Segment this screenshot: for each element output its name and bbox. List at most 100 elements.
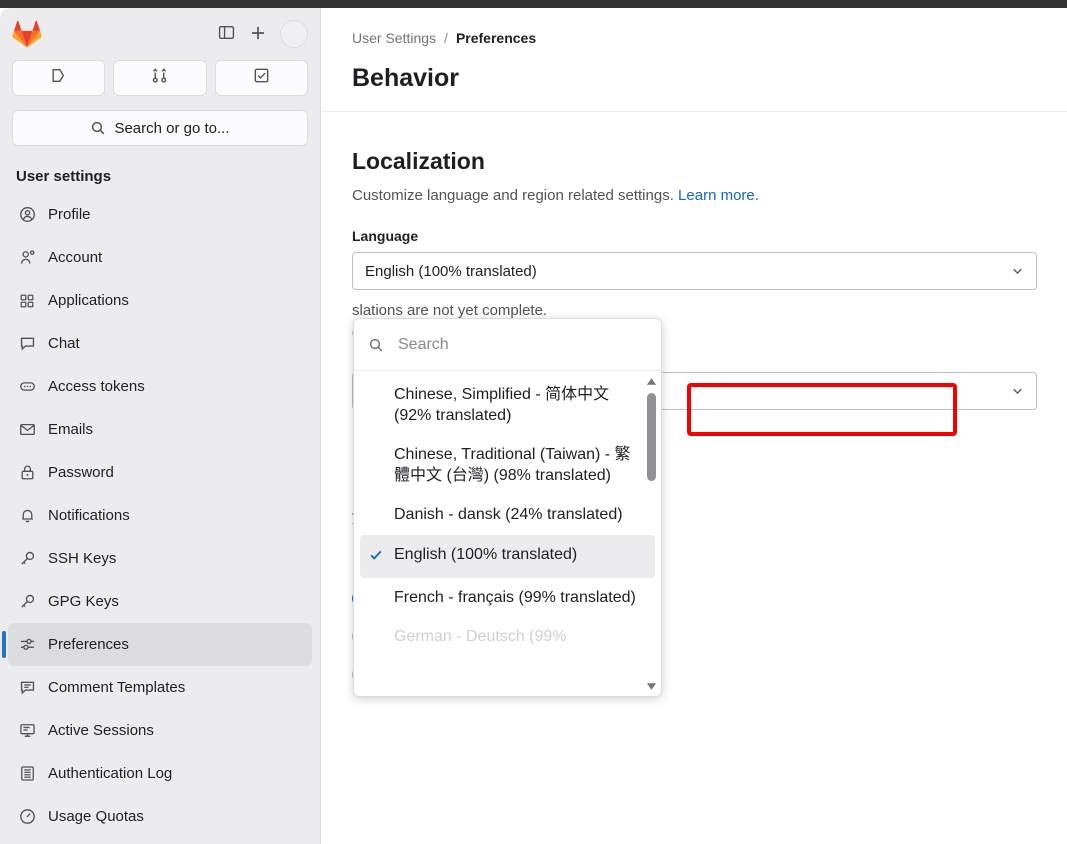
language-option-german[interactable]: German - Deutsch (99%	[360, 617, 655, 656]
sidebar-item-comment-templates[interactable]: Comment Templates	[8, 666, 312, 709]
app-window: Search or go to... User settings Profile	[0, 0, 1067, 844]
issues-icon	[50, 67, 67, 89]
sidebar-item-label: Preferences	[48, 636, 129, 653]
sidebar-item-label: GPG Keys	[48, 593, 119, 610]
language-option-french[interactable]: French - français (99% translated)	[360, 578, 655, 617]
language-option-label: Chinese, Simplified - 简体中文 (92% translat…	[394, 386, 610, 425]
sidebar-item-chat[interactable]: Chat	[8, 322, 312, 365]
key-icon	[18, 550, 36, 568]
sidebar-item-access-tokens[interactable]: Access tokens	[8, 365, 312, 408]
account-gear-icon	[18, 249, 36, 267]
user-profile-icon	[18, 206, 36, 224]
monitor-icon	[18, 722, 36, 740]
merge-request-icon	[151, 67, 168, 89]
triangle-down-icon[interactable]	[645, 680, 657, 692]
sidebar-quick-links	[0, 56, 320, 96]
sidebar-item-emails[interactable]: Emails	[8, 408, 312, 451]
sidebar-item-label: Notifications	[48, 507, 130, 524]
sidebar-item-profile[interactable]: Profile	[8, 193, 312, 236]
sidebar-item-applications[interactable]: Applications	[8, 279, 312, 322]
quick-todos-button[interactable]	[214, 60, 308, 96]
check-placeholder	[368, 587, 386, 590]
quick-issues-button[interactable]	[12, 60, 106, 96]
search-icon	[90, 120, 106, 136]
token-icon	[18, 378, 36, 396]
sidebar-nav: Profile Account Applications Chat Access…	[0, 193, 320, 838]
language-option-english[interactable]: English (100% translated)	[360, 534, 655, 578]
user-avatar[interactable]	[280, 20, 308, 48]
sidebar-item-label: Active Sessions	[48, 722, 154, 739]
page-title: Behavior	[322, 64, 1067, 112]
breadcrumb: User Settings / Preferences	[322, 8, 1067, 64]
language-option-danish[interactable]: Danish - dansk (24% translated)	[360, 495, 655, 534]
language-dropdown-search-row[interactable]	[354, 319, 661, 371]
quick-merge-requests-button[interactable]	[113, 60, 207, 96]
language-search-input[interactable]	[396, 334, 647, 355]
plus-icon	[249, 24, 267, 45]
gitlab-logo[interactable]	[12, 20, 42, 48]
chat-bubble-icon	[18, 335, 36, 353]
sidebar-item-gpg-keys[interactable]: GPG Keys	[8, 580, 312, 623]
comment-lines-icon	[18, 679, 36, 697]
language-select-value: English (100% translated)	[365, 262, 537, 280]
check-placeholder	[368, 504, 386, 507]
sidebar-item-password[interactable]: Password	[8, 451, 312, 494]
chevron-down-icon	[1010, 264, 1025, 279]
sidebar-item-label: Applications	[48, 292, 129, 309]
search-icon	[368, 337, 384, 353]
language-option-label: German - Deutsch (99%	[394, 627, 567, 645]
sidebar-item-label: Comment Templates	[48, 679, 186, 696]
sidebar-item-label: Password	[48, 464, 114, 481]
check-placeholder	[368, 444, 386, 447]
toggle-sidebar-button[interactable]	[210, 18, 242, 50]
language-dropdown-scrollbar[interactable]	[643, 375, 659, 692]
language-select[interactable]: English (100% translated)	[352, 252, 1037, 290]
sidebar-item-account[interactable]: Account	[8, 236, 312, 279]
sidebar-section-heading: User settings	[16, 168, 112, 185]
language-option-chinese-simplified[interactable]: Chinese, Simplified - 简体中文 (92% translat…	[360, 375, 655, 435]
language-option-label: Danish - dansk (24% translated)	[394, 506, 623, 524]
search-button[interactable]: Search or go to...	[12, 110, 308, 146]
sidebar-item-usage-quotas[interactable]: Usage Quotas	[8, 795, 312, 838]
check-icon	[368, 544, 386, 569]
sidebar-item-preferences[interactable]: Preferences	[2, 623, 312, 666]
sidebar-item-notifications[interactable]: Notifications	[8, 494, 312, 537]
triangle-up-icon[interactable]	[645, 375, 657, 387]
language-option-label: French - français (99% translated)	[394, 588, 636, 606]
scrollbar-thumb[interactable]	[647, 393, 656, 481]
sidebar-item-label: Account	[48, 249, 103, 266]
breadcrumb-preferences: Preferences	[455, 30, 537, 46]
chevron-down-icon	[1010, 383, 1025, 398]
sidebar-item-authentication-log[interactable]: Authentication Log	[8, 752, 312, 795]
localization-learn-more-link[interactable]: Learn more.	[678, 187, 759, 204]
panel-icon	[218, 24, 235, 44]
language-dropdown-panel[interactable]: Chinese, Simplified - 简体中文 (92% translat…	[353, 318, 662, 697]
applications-grid-icon	[18, 292, 36, 310]
sidebar-item-ssh-keys[interactable]: SSH Keys	[8, 537, 312, 580]
todo-checkbox-icon	[253, 67, 270, 89]
log-list-icon	[18, 765, 36, 783]
language-option-list: Chinese, Simplified - 简体中文 (92% translat…	[354, 371, 661, 696]
sidebar-item-label: Access tokens	[48, 378, 145, 395]
key-icon	[18, 593, 36, 611]
language-option-label: Chinese, Traditional (Taiwan) - 繁體中文 (台灣…	[394, 446, 631, 485]
create-new-button[interactable]	[242, 18, 274, 50]
sidebar-item-label: SSH Keys	[48, 550, 117, 567]
sidebar-header	[0, 8, 320, 56]
language-option-label: English (100% translated)	[394, 545, 578, 563]
localization-description-text: Customize language and region related se…	[352, 187, 674, 204]
preferences-sliders-icon	[18, 636, 36, 654]
localization-heading: Localization	[352, 148, 485, 174]
envelope-icon	[18, 421, 36, 439]
language-helper-line1: slations are not yet complete.	[352, 302, 548, 319]
check-placeholder	[368, 384, 386, 387]
language-field-label: Language	[352, 228, 419, 244]
lock-icon	[18, 464, 36, 482]
sidebar-item-active-sessions[interactable]: Active Sessions	[8, 709, 312, 752]
quota-gauge-icon	[18, 808, 36, 826]
language-option-chinese-traditional[interactable]: Chinese, Traditional (Taiwan) - 繁體中文 (台灣…	[360, 435, 655, 495]
localization-description: Customize language and region related se…	[352, 187, 1037, 204]
main-content: User Settings / Preferences Behavior Loc…	[322, 8, 1067, 844]
sidebar-item-label: Chat	[48, 335, 80, 352]
breadcrumb-user-settings[interactable]: User Settings	[352, 30, 436, 46]
